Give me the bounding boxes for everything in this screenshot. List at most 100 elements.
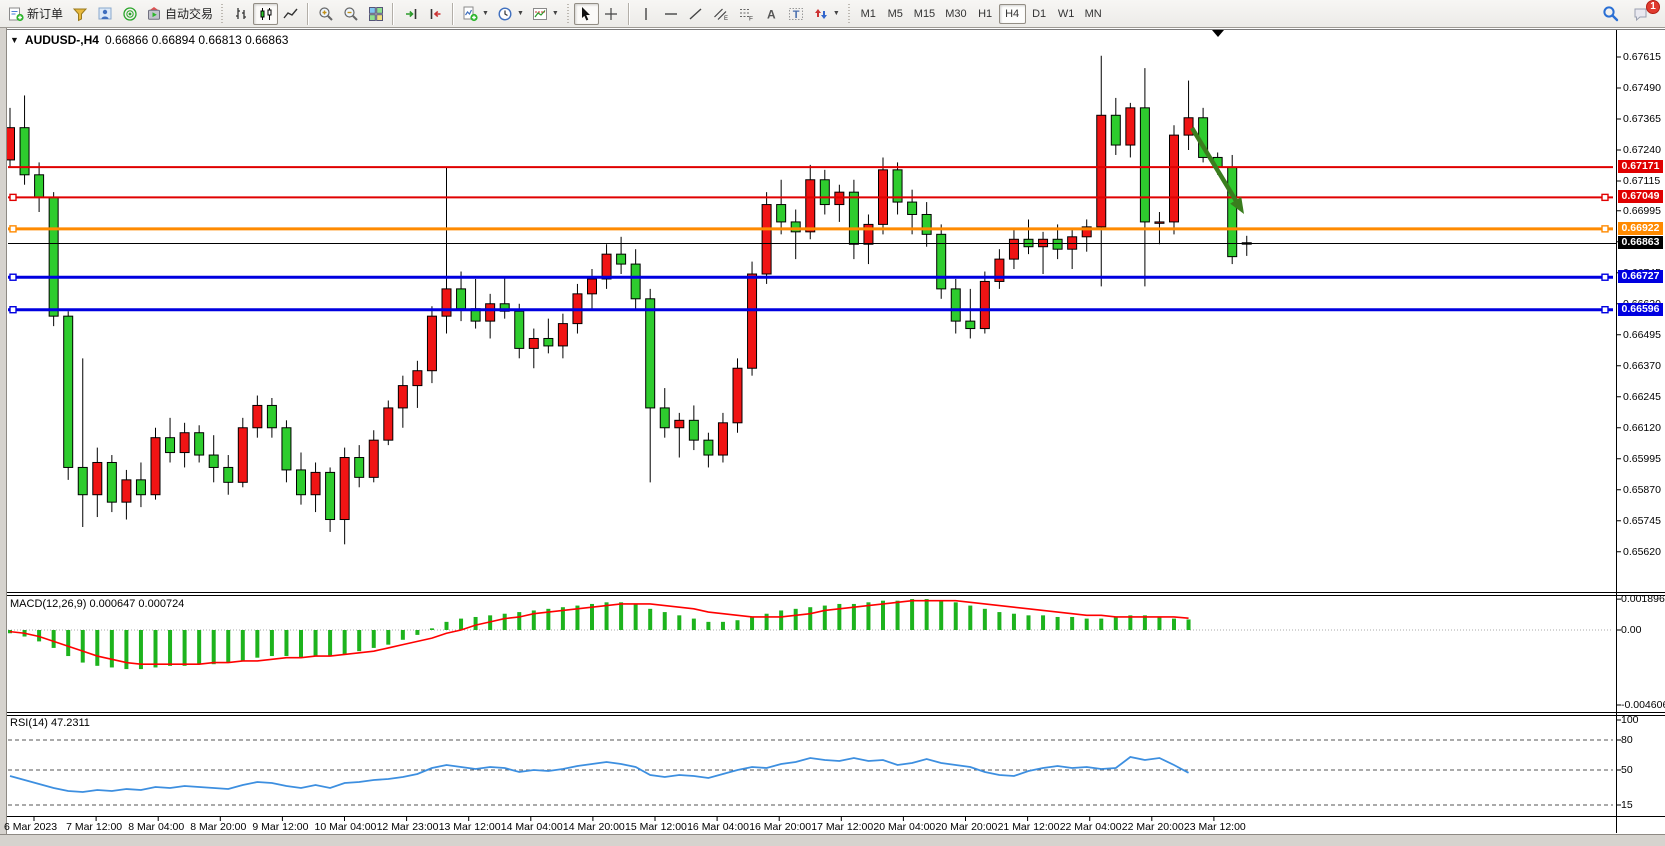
macd-histogram-bar — [663, 612, 667, 630]
macd-histogram-bar — [1114, 617, 1118, 630]
line-handle[interactable] — [10, 307, 16, 313]
candle-body — [297, 470, 306, 495]
horizontal-line-tool-button[interactable] — [659, 3, 684, 25]
new-order-button[interactable]: 新订单 — [4, 3, 67, 25]
cursor-tool-button[interactable] — [574, 3, 599, 25]
price-tick-label: 0.67365 — [1623, 113, 1665, 125]
tile-windows-button[interactable] — [363, 3, 388, 25]
macd-histogram-bar — [372, 630, 376, 648]
zoom-in-button[interactable] — [313, 3, 338, 25]
macd-histogram-bar — [226, 630, 230, 663]
line-handle[interactable] — [10, 274, 16, 280]
annotation-arrow-shaft[interactable] — [1192, 128, 1239, 205]
candle-body — [326, 472, 335, 519]
candle-body — [413, 371, 422, 386]
timeframe-button-mn[interactable]: MN — [1080, 4, 1107, 24]
zoom-out-button[interactable] — [338, 3, 363, 25]
candle-body — [369, 440, 378, 477]
candle-body — [427, 316, 436, 371]
periods-menu-button[interactable]: ▼ — [493, 3, 528, 25]
macd-histogram-bar — [954, 602, 958, 630]
candle-body — [151, 438, 160, 495]
time-axis-label: 12 Mar 23:00 — [377, 821, 439, 833]
equidistant-channel-tool-button[interactable]: E — [709, 3, 734, 25]
chart-shift-marker[interactable] — [1212, 30, 1224, 37]
arrows-menu-button[interactable]: ▼ — [809, 3, 844, 25]
time-axis-label: 14 Mar 20:00 — [563, 821, 625, 833]
candle-body — [209, 455, 218, 467]
vertical-line-tool-button[interactable] — [634, 3, 659, 25]
time-axis-label: 7 Mar 12:00 — [66, 821, 122, 833]
timeframe-button-m15[interactable]: M15 — [909, 4, 940, 24]
window-bottom-edge — [0, 834, 1665, 846]
candle-body — [1126, 108, 1135, 145]
indicator-funnel-button[interactable] — [67, 3, 92, 25]
candle-body — [1082, 227, 1091, 237]
zoom-in-icon — [318, 6, 334, 22]
candle-body — [922, 214, 931, 234]
news-radar-button[interactable] — [117, 3, 142, 25]
new-order-label: 新订单 — [27, 5, 63, 22]
macd-histogram-bar — [284, 630, 288, 656]
chart-canvas[interactable] — [0, 0, 1665, 846]
macd-histogram-bar — [1099, 619, 1103, 630]
notifications-button[interactable]: 1 — [1629, 3, 1655, 25]
candle-body — [748, 274, 757, 368]
candle-body — [849, 192, 858, 244]
line-handle[interactable] — [10, 226, 16, 232]
timeframe-button-m30[interactable]: M30 — [940, 4, 971, 24]
text-tool-button[interactable]: A — [759, 3, 784, 25]
time-axis-label: 22 Mar 04:00 — [1060, 821, 1122, 833]
candlestick-mode-button[interactable] — [253, 3, 278, 25]
candle-body — [588, 279, 597, 294]
line-handle[interactable] — [1602, 194, 1608, 200]
text-label-tool-button[interactable]: T — [784, 3, 809, 25]
toolbar-grip — [847, 4, 852, 24]
time-axis-label: 16 Mar 04:00 — [687, 821, 749, 833]
candle-body — [136, 480, 145, 495]
timeframe-button-d1[interactable]: D1 — [1026, 4, 1053, 24]
macd-histogram-bar — [197, 630, 201, 664]
price-tick-label: 0.67615 — [1623, 51, 1665, 63]
annotation-arrow-head[interactable] — [1230, 197, 1244, 214]
one-click-collapse-icon[interactable]: ▼ — [10, 35, 19, 45]
chevron-down-icon: ▼ — [482, 10, 489, 17]
search-button[interactable] — [1598, 3, 1623, 25]
toolbar-grip — [566, 4, 571, 24]
clock-icon — [497, 6, 513, 22]
candle-body — [20, 128, 29, 175]
macd-histogram-bar — [575, 606, 579, 630]
line-handle[interactable] — [1602, 226, 1608, 232]
line-handle[interactable] — [1602, 274, 1608, 280]
macd-histogram-bar — [968, 606, 972, 630]
cursor-arrow-icon — [578, 6, 594, 22]
macd-histogram-bar — [52, 630, 56, 648]
candle-body — [937, 234, 946, 289]
indicators-menu-button[interactable]: ▼ — [458, 3, 493, 25]
price-tick-label: 0.67490 — [1623, 82, 1665, 94]
timeframe-button-w1[interactable]: W1 — [1053, 4, 1080, 24]
trendline-tool-button[interactable] — [684, 3, 709, 25]
auto-scroll-button[interactable] — [398, 3, 423, 25]
toolbar-separator — [392, 3, 394, 25]
autotrading-button[interactable]: 自动交易 — [142, 3, 217, 25]
candle-body — [486, 304, 495, 321]
time-axis-label: 6 Mar 2023 — [4, 821, 57, 833]
timeframe-button-m1[interactable]: M1 — [855, 4, 882, 24]
fibonacci-icon: F — [738, 6, 754, 22]
timeframe-button-m5[interactable]: M5 — [882, 4, 909, 24]
timeframe-button-h4[interactable]: H4 — [999, 4, 1026, 24]
market-watch-button[interactable] — [92, 3, 117, 25]
timeframe-button-h1[interactable]: H1 — [972, 4, 999, 24]
line-handle[interactable] — [1602, 307, 1608, 313]
time-axis-label: 20 Mar 20:00 — [936, 821, 998, 833]
fibonacci-tool-button[interactable]: F — [734, 3, 759, 25]
line-handle[interactable] — [10, 194, 16, 200]
candle-body — [224, 467, 233, 482]
chart-shift-button[interactable] — [423, 3, 448, 25]
macd-histogram-bar — [488, 615, 492, 630]
templates-menu-button[interactable]: ▼ — [528, 3, 563, 25]
crosshair-tool-button[interactable] — [599, 3, 624, 25]
line-chart-mode-button[interactable] — [278, 3, 303, 25]
bar-chart-mode-button[interactable] — [228, 3, 253, 25]
